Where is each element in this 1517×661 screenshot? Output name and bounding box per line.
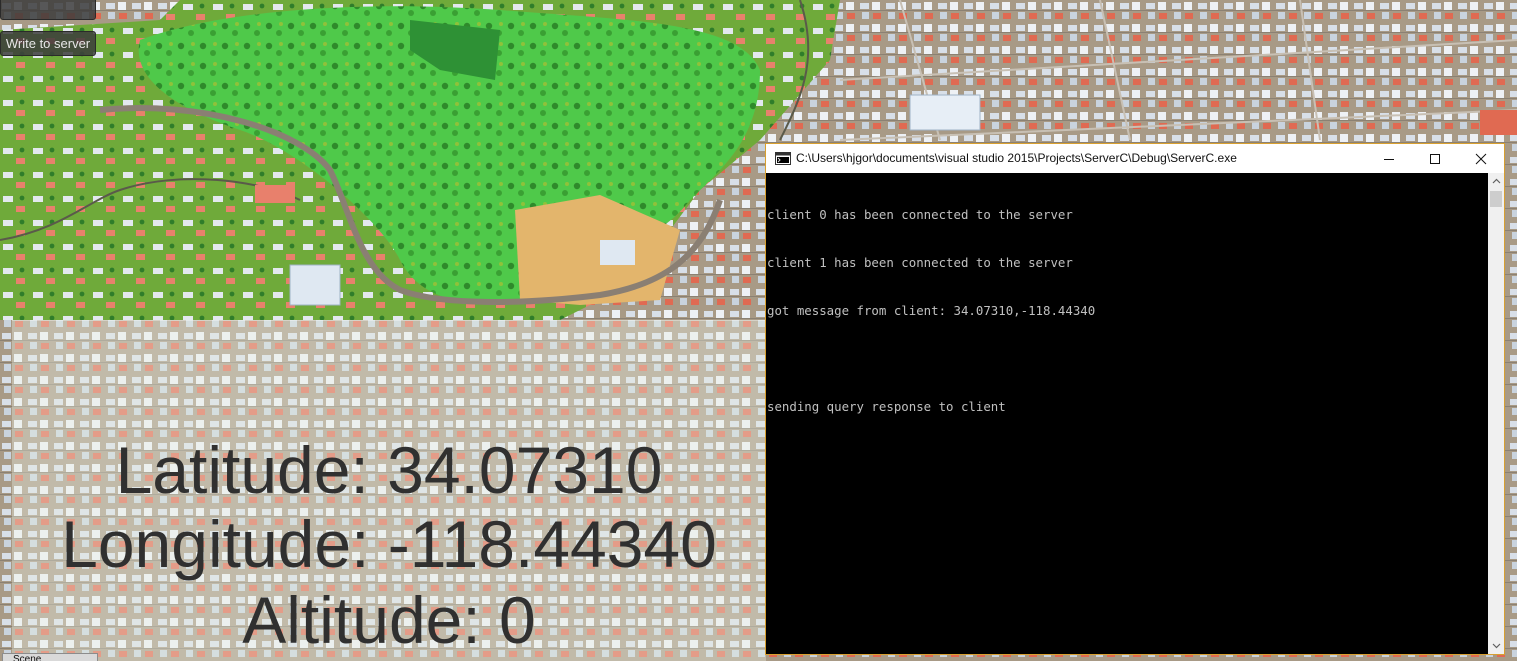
chevron-up-icon bbox=[1492, 178, 1500, 184]
coordinates-panel: Latitude: 34.07310 Longitude: -118.44340… bbox=[12, 320, 766, 661]
close-button[interactable] bbox=[1458, 144, 1504, 173]
close-icon bbox=[1475, 153, 1487, 164]
console-window[interactable]: C:\Users\hjgor\documents\visual studio 2… bbox=[765, 143, 1505, 655]
longitude-label: Longitude: bbox=[61, 507, 370, 581]
minimize-button[interactable] bbox=[1366, 144, 1412, 173]
scene-tab[interactable]: Scene bbox=[2, 653, 98, 661]
latitude-readout: Latitude: 34.07310 bbox=[12, 437, 766, 503]
altitude-label: Altitude: bbox=[242, 583, 481, 657]
console-scrollbar[interactable] bbox=[1488, 173, 1504, 654]
console-app-icon bbox=[775, 152, 791, 165]
altitude-value: 0 bbox=[499, 583, 536, 657]
console-line: client 1 has been connected to the serve… bbox=[767, 255, 1073, 270]
maximize-icon bbox=[1430, 153, 1440, 164]
altitude-readout: Altitude: 0 bbox=[12, 587, 766, 653]
minimize-icon bbox=[1384, 158, 1394, 160]
longitude-value: -118.44340 bbox=[387, 507, 717, 581]
console-output[interactable]: client 0 has been connected to the serve… bbox=[766, 173, 1488, 654]
unity-game-view: Write to server Latitude: 34.07310 Longi… bbox=[0, 0, 1517, 661]
latitude-label: Latitude: bbox=[115, 433, 369, 507]
longitude-readout: Longitude: -118.44340 bbox=[12, 511, 766, 577]
console-line: sending query response to client bbox=[767, 399, 1006, 414]
maximize-button[interactable] bbox=[1412, 144, 1458, 173]
scroll-up-button[interactable] bbox=[1488, 173, 1504, 189]
console-line: got message from client: 34.07310,-118.4… bbox=[767, 303, 1096, 318]
write-to-server-button[interactable]: Write to server bbox=[0, 31, 96, 56]
scroll-down-button[interactable] bbox=[1488, 638, 1504, 654]
chevron-down-icon bbox=[1492, 643, 1500, 649]
console-title: C:\Users\hjgor\documents\visual studio 2… bbox=[796, 151, 1237, 165]
console-line: client 0 has been connected to the serve… bbox=[767, 207, 1073, 222]
gui-top-button[interactable] bbox=[0, 0, 96, 20]
console-titlebar[interactable]: C:\Users\hjgor\documents\visual studio 2… bbox=[766, 144, 1504, 173]
scrollbar-thumb[interactable] bbox=[1490, 191, 1502, 207]
latitude-value: 34.07310 bbox=[387, 433, 663, 507]
